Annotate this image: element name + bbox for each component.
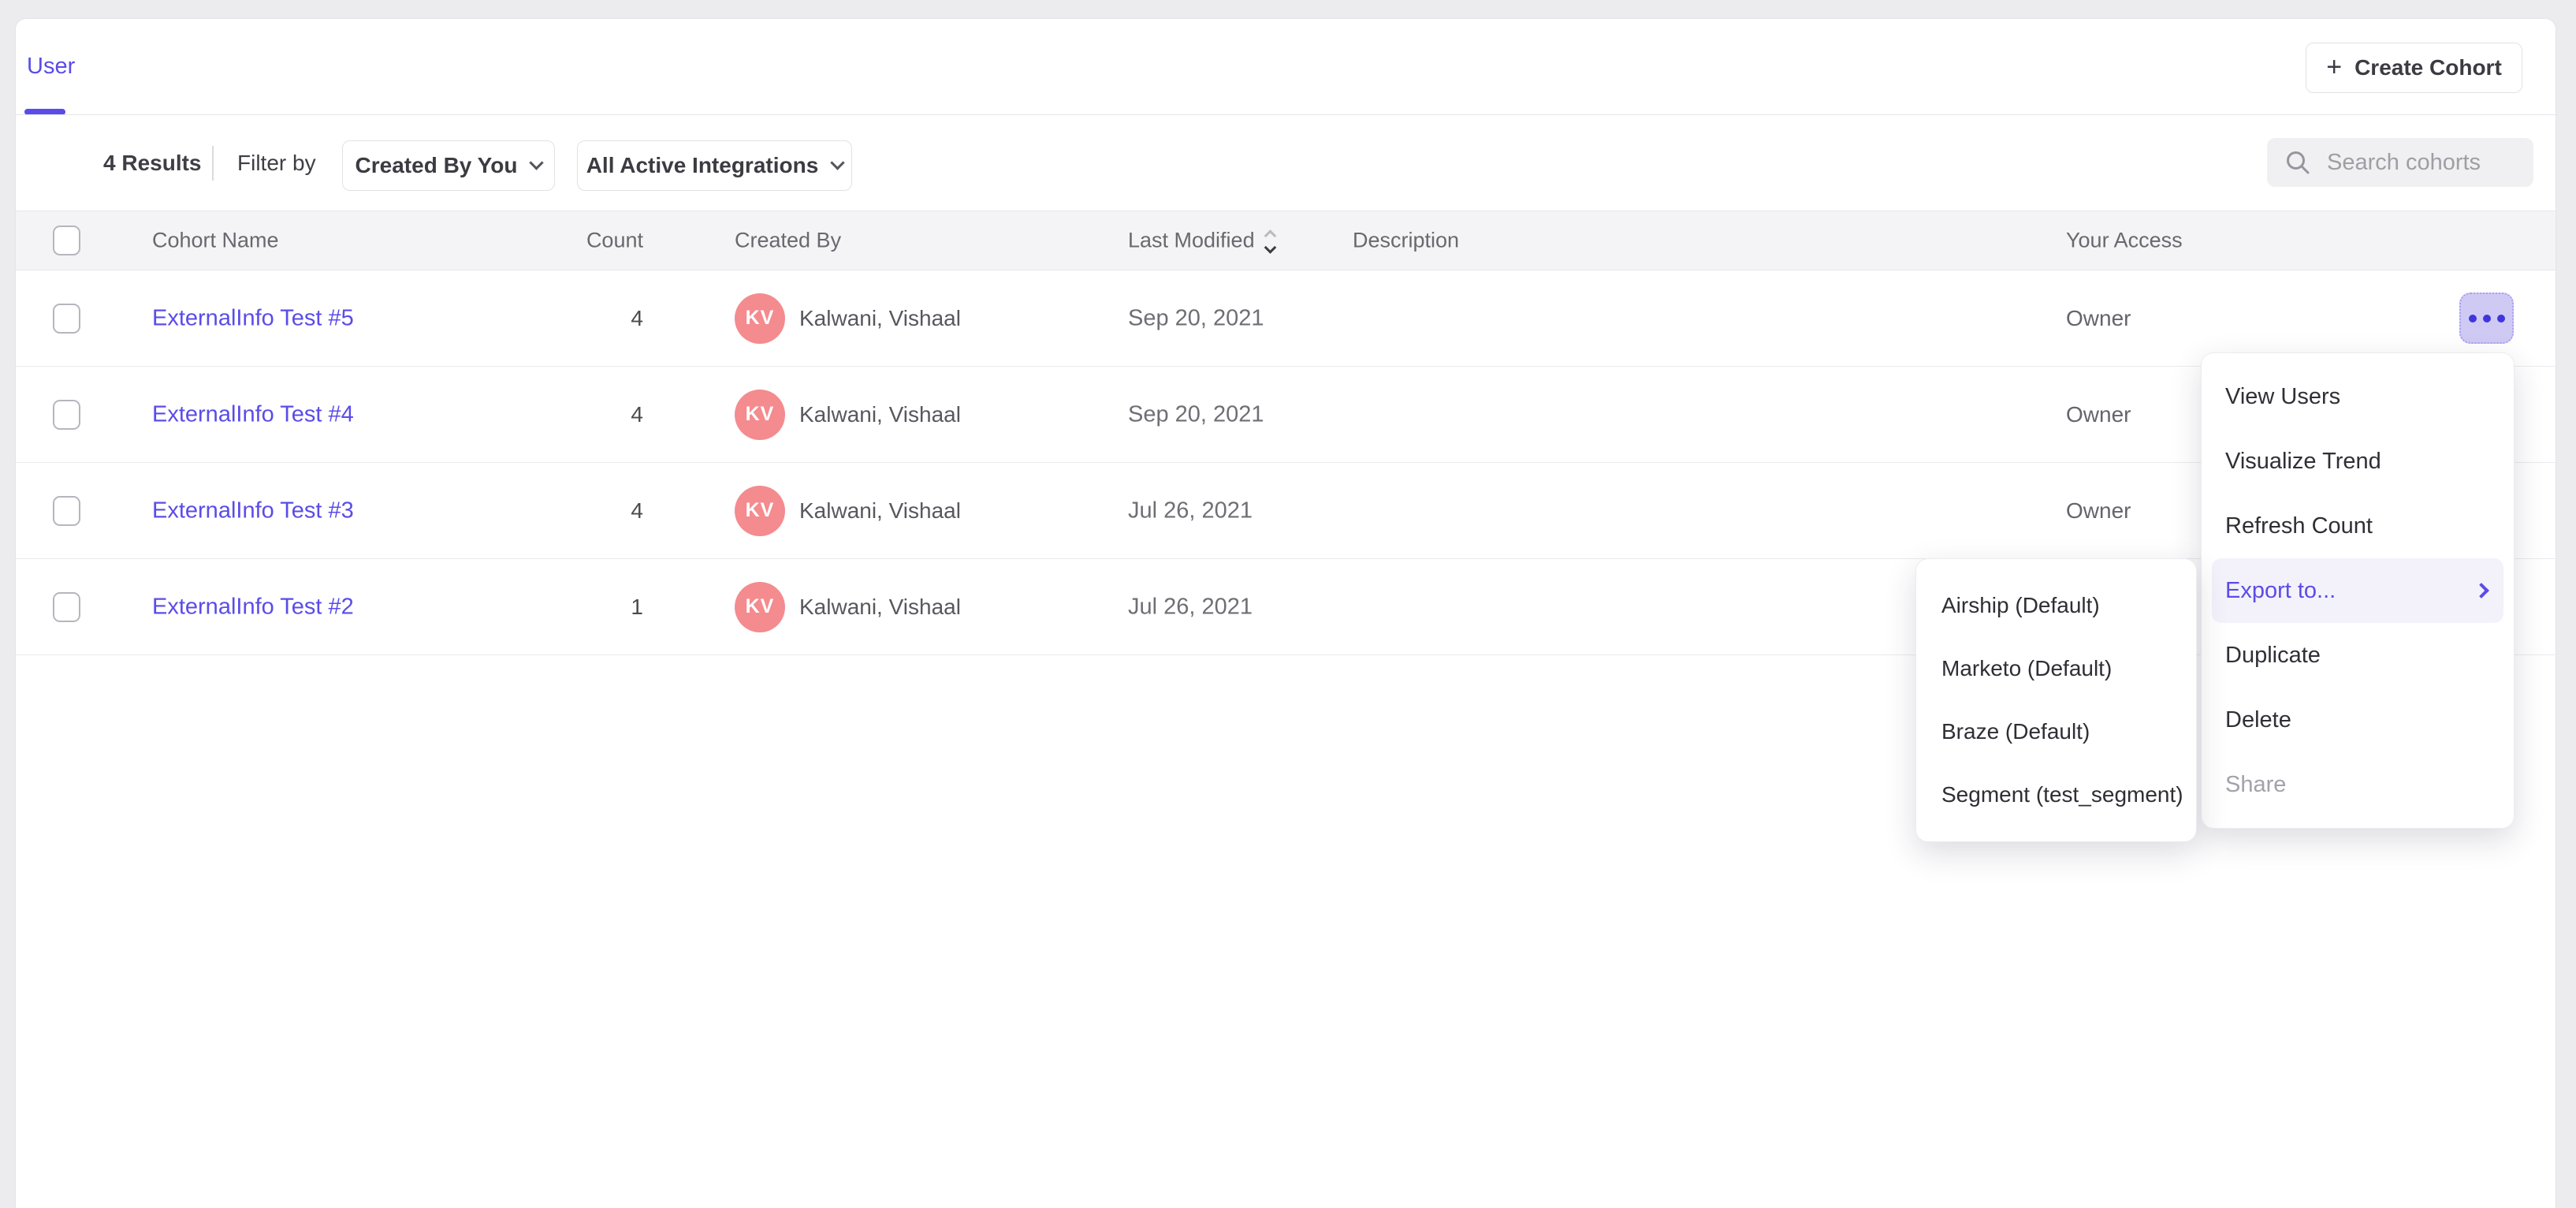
- create-cohort-label: Create Cohort: [2355, 55, 2502, 80]
- select-all-checkbox[interactable]: [53, 226, 80, 255]
- creator-name: Kalwani, Vishaal: [799, 595, 961, 620]
- context-menu-item-label: View Users: [2225, 384, 2340, 410]
- last-modified-value: Sep 20, 2021: [1128, 401, 1264, 427]
- created-by-cell: KV Kalwani, Vishaal: [735, 582, 961, 632]
- column-header-count: Count: [513, 229, 643, 253]
- chevron-right-icon: [2474, 583, 2489, 598]
- export-submenu-item-label: Segment (test_segment): [1941, 782, 2183, 807]
- context-menu-item-label: Duplicate: [2225, 643, 2321, 669]
- access-value: Owner: [2066, 498, 2131, 524]
- sort-arrows-icon[interactable]: [1266, 231, 1275, 252]
- cohort-name-link[interactable]: ExternalInfo Test #3: [152, 498, 354, 524]
- context-menu-item-label: Delete: [2225, 707, 2291, 733]
- export-submenu-item[interactable]: Airship (Default): [1916, 574, 2196, 637]
- last-modified-value: Sep 20, 2021: [1128, 305, 1264, 331]
- avatar: KV: [735, 293, 785, 344]
- sort-up-arrow: [1264, 229, 1276, 242]
- context-menu-item[interactable]: Duplicate: [2202, 623, 2514, 688]
- column-header-last-modified: Last Modified: [1128, 229, 1275, 253]
- cohort-name-link[interactable]: ExternalInfo Test #5: [152, 305, 354, 331]
- context-menu-item[interactable]: View Users: [2202, 364, 2514, 429]
- created-by-cell: KV Kalwani, Vishaal: [735, 390, 961, 440]
- row-checkbox[interactable]: [53, 400, 80, 430]
- results-count: 4 Results: [103, 151, 202, 176]
- avatar: KV: [735, 582, 785, 632]
- export-submenu-item[interactable]: Braze (Default): [1916, 700, 2196, 763]
- context-menu-item-label: Export to...: [2225, 578, 2336, 604]
- table-header: Cohort Name Count Created By Last Modifi…: [16, 211, 2556, 270]
- creator-name: Kalwani, Vishaal: [799, 402, 961, 427]
- access-value: Owner: [2066, 306, 2131, 331]
- column-header-cohort-name: Cohort Name: [152, 229, 279, 253]
- creator-name: Kalwani, Vishaal: [799, 498, 961, 524]
- export-submenu-item-label: Braze (Default): [1941, 719, 2090, 744]
- table-row: ExternalInfo Test #4 4 KV Kalwani, Visha…: [16, 367, 2556, 463]
- search-icon: [2286, 151, 2310, 174]
- integrations-filter-label: All Active Integrations: [586, 153, 819, 178]
- cohort-name-link[interactable]: ExternalInfo Test #2: [152, 594, 354, 620]
- row-actions-button[interactable]: [2459, 293, 2514, 344]
- context-menu: View Users Visualize Trend Refresh Count…: [2201, 352, 2515, 829]
- column-header-created-by: Created By: [735, 229, 841, 253]
- export-submenu-item[interactable]: Marketo (Default): [1916, 637, 2196, 700]
- created-by-cell: KV Kalwani, Vishaal: [735, 293, 961, 344]
- filter-by-label: Filter by: [237, 151, 316, 176]
- creator-name: Kalwani, Vishaal: [799, 306, 961, 331]
- export-submenu-item[interactable]: Segment (test_segment): [1916, 763, 2196, 826]
- created-by-cell: KV Kalwani, Vishaal: [735, 486, 961, 536]
- tab-user[interactable]: User: [27, 54, 75, 80]
- context-menu-item[interactable]: Export to...: [2212, 558, 2503, 623]
- context-menu-item[interactable]: Delete: [2202, 688, 2514, 752]
- column-header-your-access: Your Access: [2066, 229, 2183, 253]
- cohort-count: 1: [513, 595, 643, 620]
- avatar: KV: [735, 486, 785, 536]
- export-submenu: Airship (Default) Marketo (Default) Braz…: [1915, 558, 2197, 842]
- context-menu-item-label: Refresh Count: [2225, 513, 2373, 539]
- ellipsis-icon: [2469, 315, 2477, 323]
- export-submenu-item-label: Airship (Default): [1941, 593, 2100, 618]
- created-by-filter-label: Created By You: [356, 153, 518, 178]
- plus-icon: +: [2326, 54, 2342, 80]
- context-menu-item[interactable]: Refresh Count: [2202, 494, 2514, 558]
- created-by-filter-dropdown[interactable]: Created By You: [342, 140, 555, 191]
- tab-bar: User + Create Cohort: [16, 19, 2556, 115]
- last-modified-label: Last Modified: [1128, 229, 1255, 253]
- table-row: ExternalInfo Test #5 4 KV Kalwani, Visha…: [16, 270, 2556, 367]
- sort-down-arrow: [1264, 241, 1276, 254]
- chevron-down-icon: [530, 155, 544, 170]
- row-checkbox[interactable]: [53, 304, 80, 334]
- toolbar: 4 Results Filter by Created By You All A…: [16, 115, 2556, 211]
- toolbar-separator: [212, 146, 214, 181]
- integrations-filter-dropdown[interactable]: All Active Integrations: [577, 140, 852, 191]
- cohort-count: 4: [513, 402, 643, 427]
- context-menu-item[interactable]: Share: [2202, 752, 2514, 817]
- search-cohorts-box[interactable]: [2267, 138, 2533, 187]
- access-value: Owner: [2066, 402, 2131, 427]
- avatar: KV: [735, 390, 785, 440]
- export-submenu-item-label: Marketo (Default): [1941, 656, 2112, 681]
- cohort-count: 4: [513, 306, 643, 331]
- cohort-count: 4: [513, 498, 643, 524]
- context-menu-item[interactable]: Visualize Trend: [2202, 429, 2514, 494]
- last-modified-value: Jul 26, 2021: [1128, 594, 1253, 620]
- column-header-description: Description: [1353, 229, 1459, 253]
- context-menu-item-label: Visualize Trend: [2225, 449, 2381, 475]
- create-cohort-button[interactable]: + Create Cohort: [2306, 43, 2522, 93]
- cohort-name-link[interactable]: ExternalInfo Test #4: [152, 401, 354, 427]
- table-row: ExternalInfo Test #3 4 KV Kalwani, Visha…: [16, 463, 2556, 559]
- last-modified-value: Jul 26, 2021: [1128, 498, 1253, 524]
- context-menu-item-label: Share: [2225, 772, 2286, 798]
- chevron-down-icon: [831, 155, 845, 170]
- row-checkbox[interactable]: [53, 496, 80, 526]
- row-checkbox[interactable]: [53, 592, 80, 622]
- search-input[interactable]: [2327, 150, 2515, 176]
